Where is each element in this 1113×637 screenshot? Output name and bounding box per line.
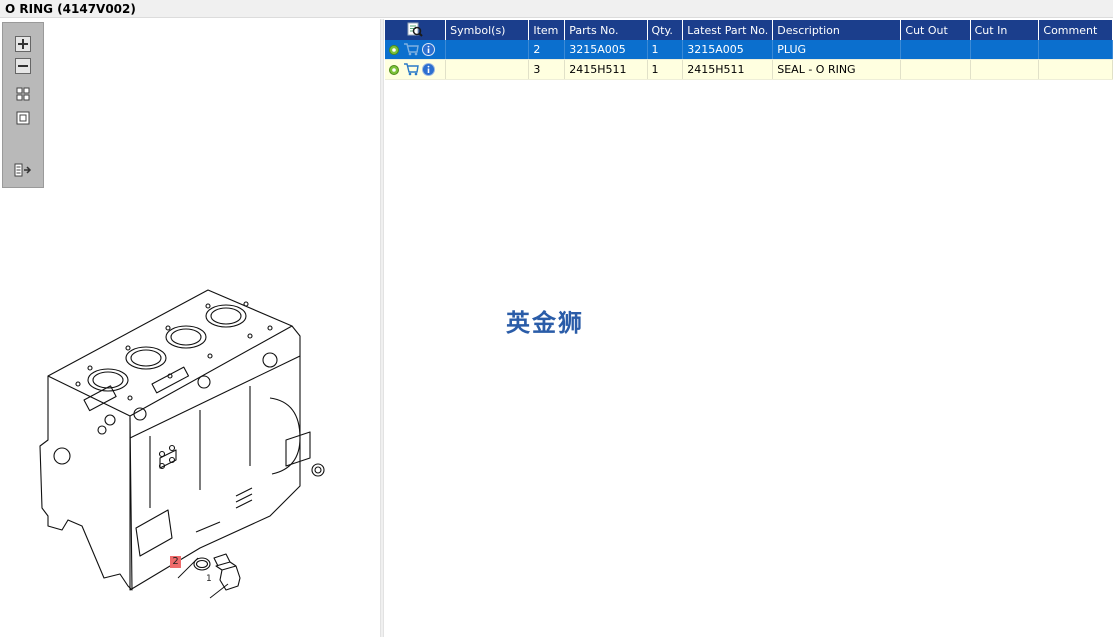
header-comment[interactable]: Comment xyxy=(1038,20,1113,40)
table-header-row: Symbol(s) Item Parts No. Qty. Latest Par… xyxy=(385,20,1113,40)
cell-symbols xyxy=(445,40,530,60)
cell-item: 3 xyxy=(528,59,566,80)
header-cut-in[interactable]: Cut In xyxy=(970,20,1040,40)
cell-comment xyxy=(1038,40,1113,60)
zoom-out-button[interactable] xyxy=(13,57,33,75)
cell-parts-no: 3215A005 xyxy=(564,40,648,60)
square-icon xyxy=(16,111,30,125)
cell-qty: 1 xyxy=(647,59,684,80)
row-actions xyxy=(385,59,447,80)
callout-item-2[interactable]: 2 xyxy=(170,556,181,568)
cell-description: SEAL - O RING xyxy=(772,59,902,80)
watermark-logo: 英金狮 xyxy=(506,309,584,337)
fit-all-button[interactable] xyxy=(13,85,33,103)
window-title: O RING (4147V002) xyxy=(5,2,136,16)
callout-item-1[interactable]: 1 xyxy=(206,574,212,584)
drawing-toolbox xyxy=(2,22,44,188)
cell-parts-no: 2415H511 xyxy=(564,59,648,80)
header-item[interactable]: Item xyxy=(528,20,566,40)
header-description[interactable]: Description xyxy=(772,20,902,40)
zoom-in-button[interactable] xyxy=(13,35,33,53)
grid-icon xyxy=(16,87,30,101)
parts-table: Symbol(s) Item Parts No. Qty. Latest Par… xyxy=(385,20,1113,80)
gear-icon[interactable] xyxy=(388,64,400,76)
cell-item: 2 xyxy=(528,40,566,60)
header-symbols[interactable]: Symbol(s) xyxy=(445,20,530,40)
info-icon[interactable] xyxy=(422,63,435,76)
actual-size-button[interactable] xyxy=(13,109,33,127)
cell-cut-out xyxy=(900,59,971,80)
table-row[interactable]: 3 2415H511 1 2415H511 SEAL - O RING xyxy=(385,59,1113,80)
cell-cut-in xyxy=(970,40,1040,60)
title-bar: O RING (4147V002) xyxy=(0,0,1113,18)
header-parts-no[interactable]: Parts No. xyxy=(564,20,648,40)
cell-comment xyxy=(1038,59,1113,80)
cart-icon[interactable] xyxy=(403,63,419,76)
header-cut-out[interactable]: Cut Out xyxy=(900,20,971,40)
header-search[interactable] xyxy=(385,20,447,40)
cell-latest-part-no: 3215A005 xyxy=(682,40,774,60)
zoom-out-icon xyxy=(15,58,31,74)
header-qty[interactable]: Qty. xyxy=(647,20,684,40)
table-row[interactable]: 2 3215A005 1 3215A005 PLUG xyxy=(385,40,1113,60)
cart-icon[interactable] xyxy=(403,43,419,56)
cell-symbols xyxy=(445,59,530,80)
cell-latest-part-no: 2415H511 xyxy=(682,59,774,80)
cell-qty: 1 xyxy=(647,40,684,60)
cell-cut-in xyxy=(970,59,1040,80)
export-list-button[interactable] xyxy=(13,161,33,179)
drawing-pane[interactable]: 2 1 xyxy=(0,19,380,637)
search-list-icon xyxy=(407,22,423,37)
zoom-in-icon xyxy=(15,36,31,52)
info-icon[interactable] xyxy=(422,43,435,56)
parts-pane: Symbol(s) Item Parts No. Qty. Latest Par… xyxy=(384,19,1113,637)
header-latest-part-no[interactable]: Latest Part No. xyxy=(682,20,774,40)
cell-cut-out xyxy=(900,40,971,60)
row-actions xyxy=(385,40,447,60)
gear-icon[interactable] xyxy=(388,44,400,56)
engine-block-illustration xyxy=(39,289,325,599)
cell-description: PLUG xyxy=(772,40,902,60)
list-export-icon xyxy=(14,163,32,177)
